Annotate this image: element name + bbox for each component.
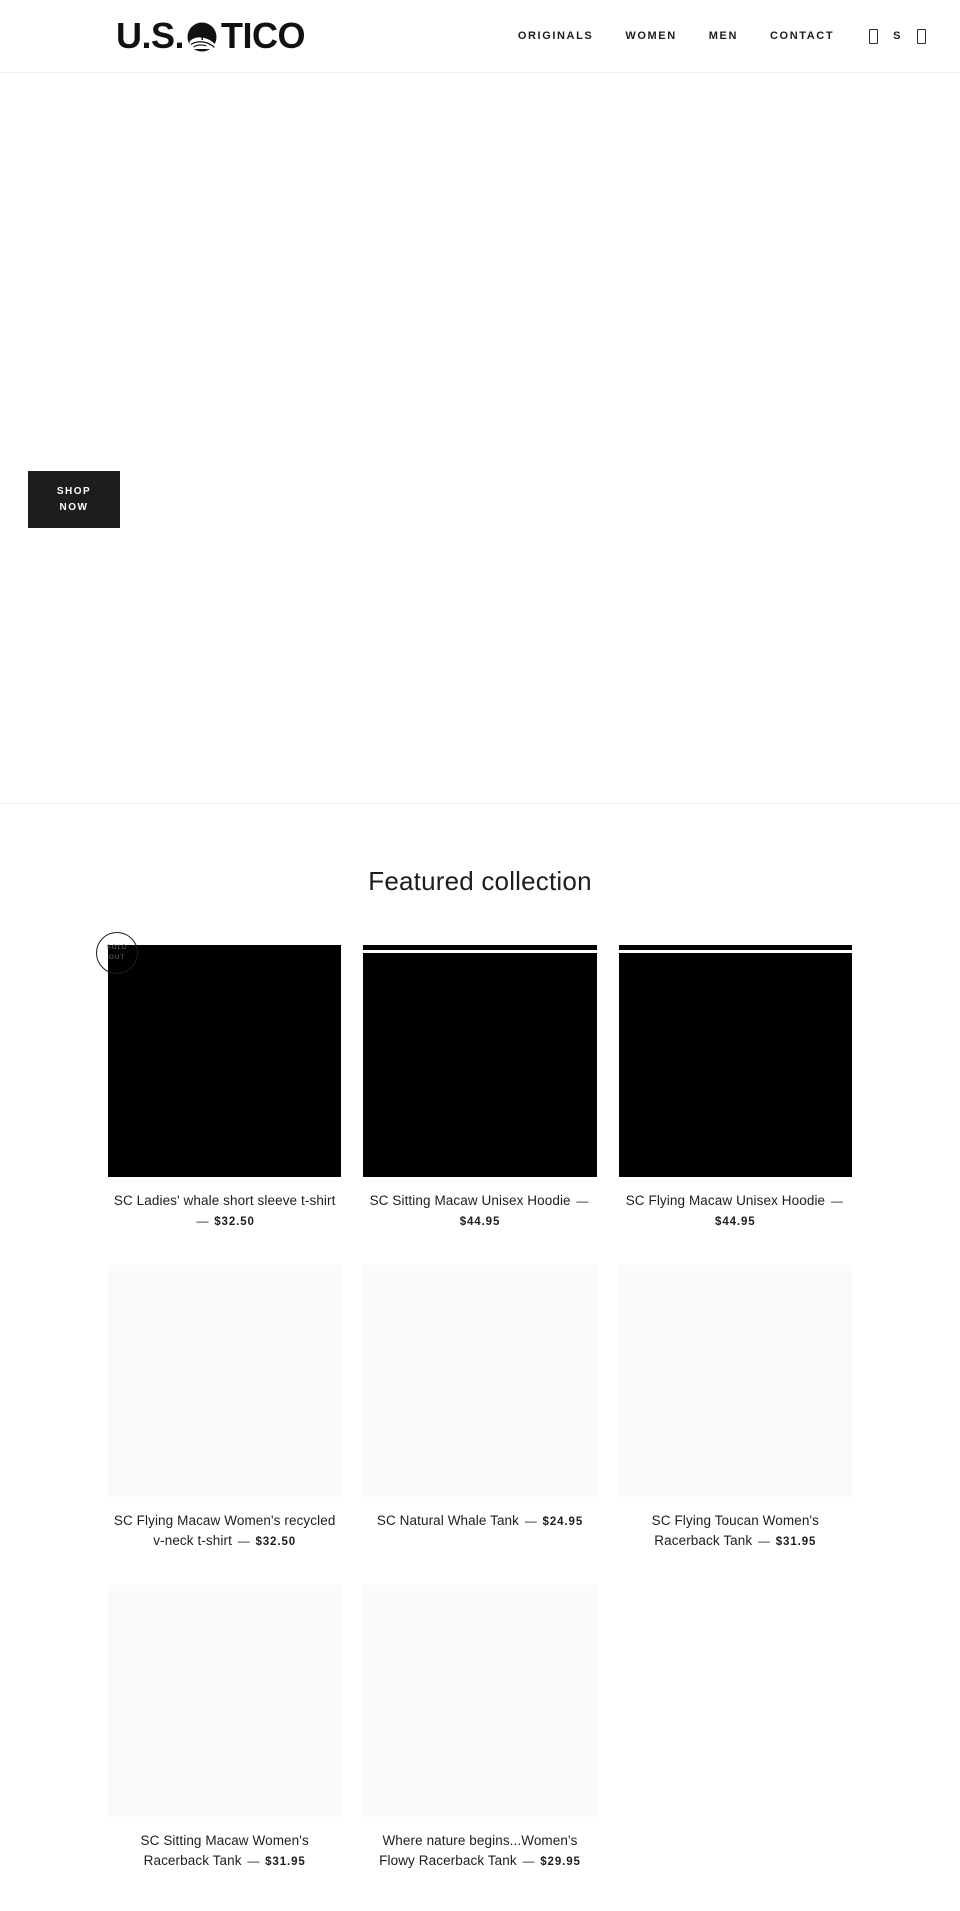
product-card[interactable]: SC Flying Macaw Unisex Hoodie — $44.95 <box>618 945 853 1231</box>
product-card[interactable]: SC Flying Macaw Women's recycled v-neck … <box>108 1264 342 1551</box>
product-price: $31.95 <box>265 1855 306 1868</box>
product-info: SC Natural Whale Tank — $24.95 <box>363 1511 596 1531</box>
product-image <box>363 1264 597 1497</box>
nav-originals[interactable]: ORIGINALS <box>502 30 610 42</box>
featured-collection-section: Featured collection SOLD OUT SC Ladies' … <box>0 804 960 1911</box>
product-price: $32.50 <box>214 1215 255 1228</box>
cart-icon-glyph <box>916 28 926 44</box>
product-title: SC Ladies' whale short sleeve t-shirt <box>113 1193 336 1208</box>
logo-text-right: TICO <box>221 15 306 56</box>
hero-banner: SHOP NOW <box>0 72 960 804</box>
price-separator: — <box>576 1194 589 1208</box>
search-icon[interactable] <box>860 23 886 49</box>
sold-out-line-2: OUT <box>108 954 126 961</box>
site-header: U.S. TICO ORIGINALS WOMEN MEN CONTACT S <box>0 0 960 72</box>
product-image <box>618 1264 852 1497</box>
product-price: $32.50 <box>255 1535 297 1548</box>
product-title: SC Sitting Macaw Unisex Hoodie <box>369 1193 571 1208</box>
product-info: SC Sitting Macaw Women's Racerback Tank … <box>108 1831 341 1871</box>
main-navigation: ORIGINALS WOMEN MEN CONTACT <box>502 30 850 42</box>
product-price: $29.95 <box>540 1855 581 1868</box>
header-right-area: ORIGINALS WOMEN MEN CONTACT S <box>502 23 960 49</box>
product-info: SC Flying Toucan Women's Racerback Tank … <box>619 1511 852 1551</box>
product-info: SC Flying Macaw Unisex Hoodie — $44.95 <box>619 1191 852 1231</box>
product-info: Where nature begins...Women's Flowy Race… <box>363 1831 596 1871</box>
header-icon-group: S <box>860 23 934 49</box>
product-image <box>108 1264 342 1497</box>
product-card[interactable]: SC Flying Toucan Women's Racerback Tank … <box>618 1264 852 1551</box>
site-logo[interactable]: U.S. TICO <box>116 15 306 56</box>
section-title: Featured collection <box>368 866 592 896</box>
cart-icon[interactable] <box>908 23 934 49</box>
price-separator: — <box>830 1194 843 1208</box>
nav-contact[interactable]: CONTACT <box>754 30 850 42</box>
price-separator: — <box>524 1513 537 1528</box>
product-price: $44.95 <box>715 1215 756 1228</box>
product-info: SC Sitting Macaw Unisex Hoodie — $44.95 <box>363 1191 596 1231</box>
price-separator: — <box>196 1213 209 1228</box>
product-title: SC Flying Macaw Women's recycled v-neck … <box>113 1512 336 1548</box>
product-card[interactable]: SC Sitting Macaw Unisex Hoodie — $44.95 <box>363 945 597 1231</box>
shop-now-line-2: NOW <box>59 501 89 513</box>
product-card[interactable]: Where nature begins...Women's Flowy Race… <box>363 1584 597 1871</box>
nav-men[interactable]: MEN <box>693 30 754 42</box>
shop-now-line-1: SHOP <box>56 486 92 497</box>
product-info: SC Ladies' whale short sleeve t-shirt — … <box>108 1191 341 1231</box>
price-separator: — <box>522 1853 535 1868</box>
product-card[interactable]: SOLD OUT SC Ladies' whale short sleeve t… <box>96 932 342 1231</box>
search-icon-glyph <box>868 28 878 44</box>
product-image <box>363 1584 597 1817</box>
nav-women[interactable]: WOMEN <box>609 30 692 42</box>
hero-image <box>0 73 960 803</box>
currency-selector[interactable]: S <box>886 30 908 42</box>
product-card[interactable]: SC Natural Whale Tank — $24.95 <box>363 1264 597 1551</box>
product-price: $31.95 <box>775 1535 817 1548</box>
product-price: $24.95 <box>542 1515 584 1528</box>
product-image <box>618 945 853 1177</box>
logo-text-left: U.S. <box>116 15 185 56</box>
hero-content: SHOP NOW <box>28 471 120 528</box>
product-card[interactable]: SC Sitting Macaw Women's Racerback Tank … <box>108 1584 342 1871</box>
product-image <box>363 945 597 1177</box>
price-separator: — <box>237 1533 250 1548</box>
product-title: SC Flying Macaw Unisex Hoodie <box>625 1193 826 1208</box>
product-image <box>108 1584 342 1817</box>
product-title: SC Natural Whale Tank <box>376 1512 520 1528</box>
product-price: $44.95 <box>459 1215 501 1228</box>
palm-tree-wave-logo-mark <box>185 20 219 54</box>
sold-out-line-1: SOLD <box>106 944 128 952</box>
sold-out-badge: SOLD OUT <box>96 932 138 974</box>
shop-now-button[interactable]: SHOP NOW <box>28 471 120 528</box>
logo-text: U.S. TICO <box>116 15 306 56</box>
product-grid: SOLD OUT SC Ladies' whale short sleeve t… <box>96 932 853 1871</box>
price-separator: — <box>758 1533 770 1548</box>
product-info: SC Flying Macaw Women's recycled v-neck … <box>108 1511 341 1551</box>
product-image: SOLD OUT <box>96 932 342 1177</box>
price-separator: — <box>247 1853 260 1868</box>
